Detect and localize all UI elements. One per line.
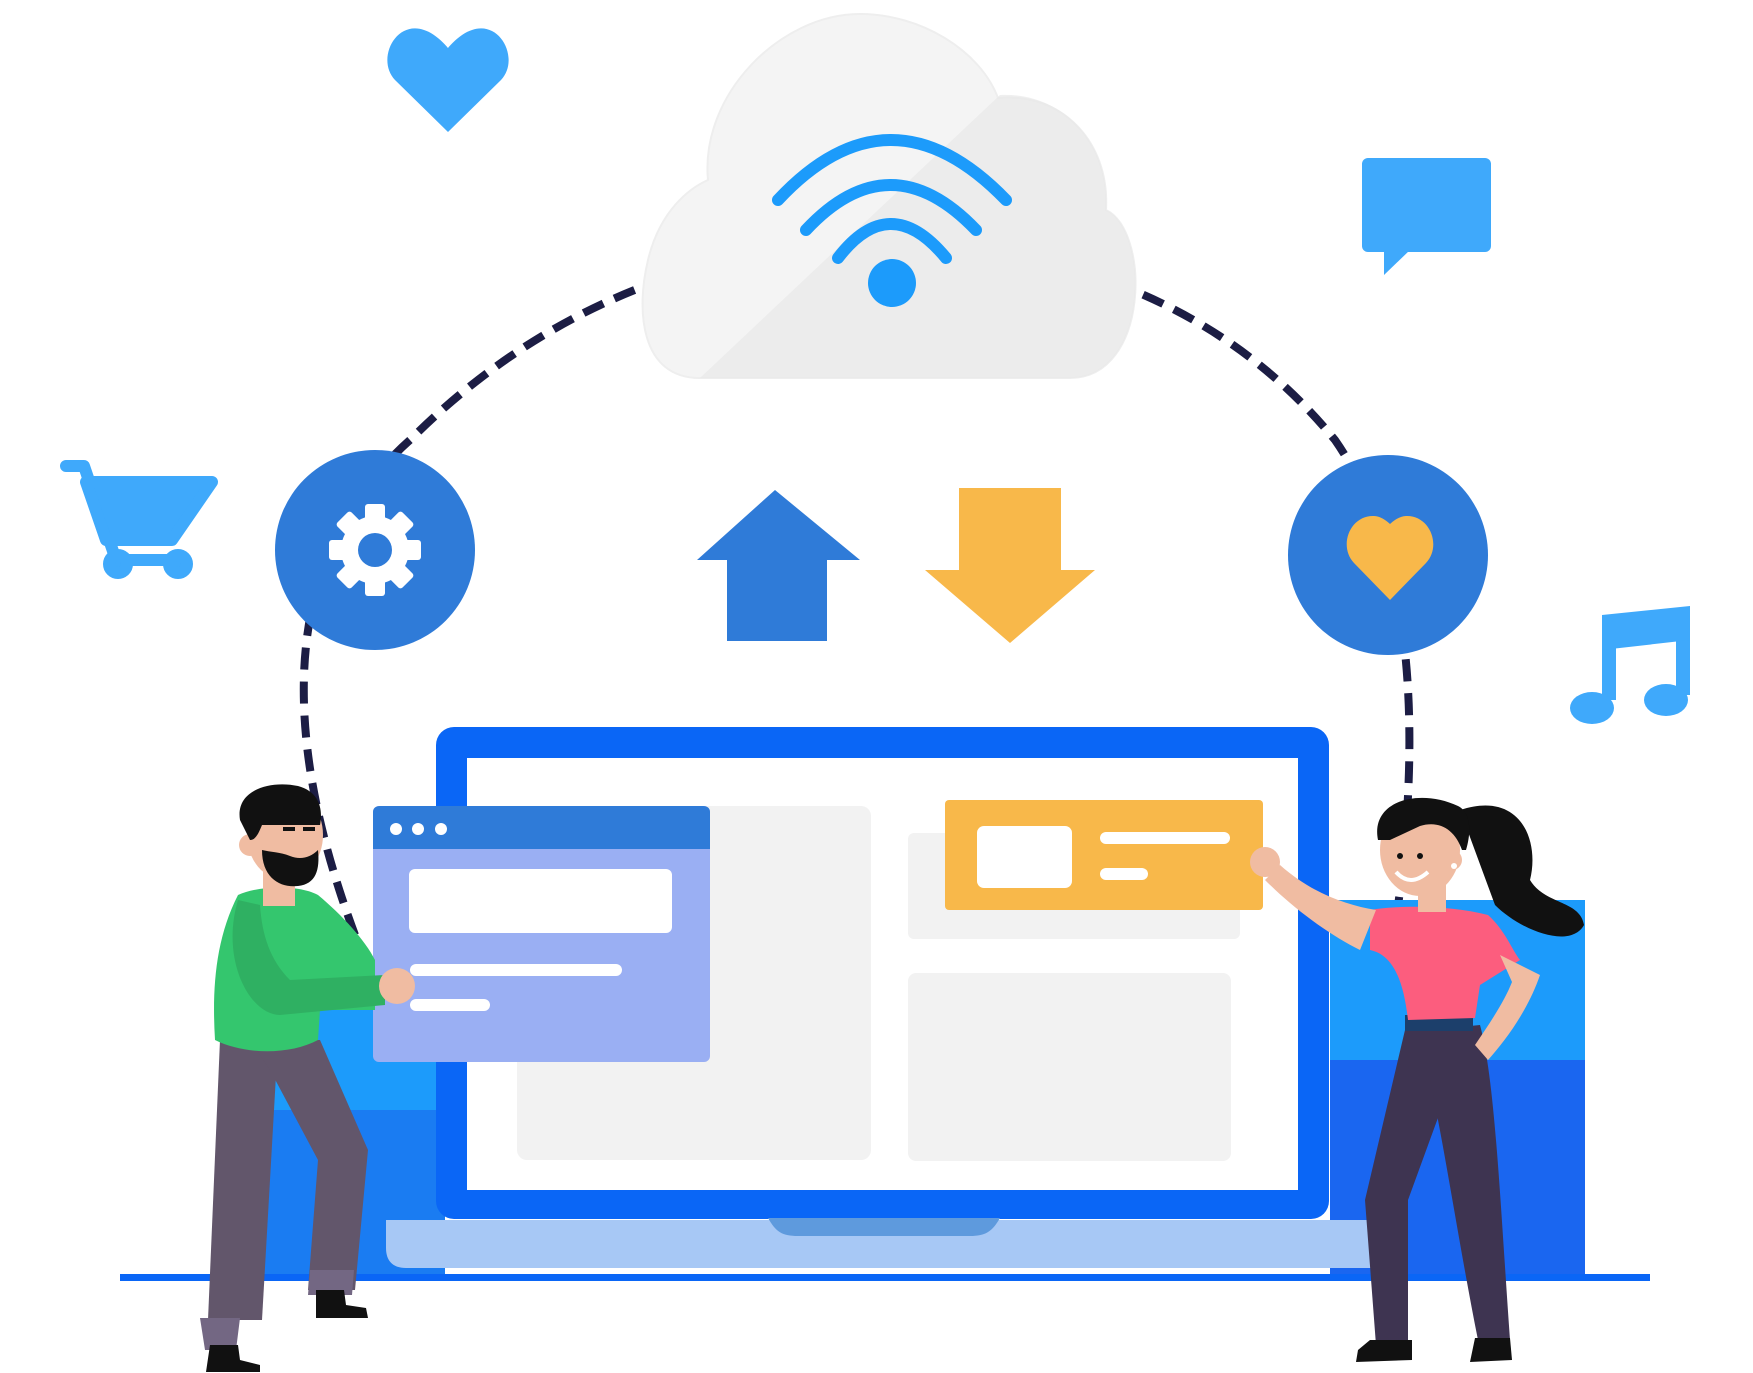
cloud-connectivity-illustration <box>60 12 1690 1372</box>
shopping-cart-icon <box>60 460 218 579</box>
window-dot-icon <box>390 823 402 835</box>
cloud-icon <box>641 12 1137 379</box>
download-arrow-icon <box>925 488 1095 643</box>
upload-arrow-icon <box>697 490 860 641</box>
laptop-hinge <box>768 1218 1000 1236</box>
heart-badge <box>1288 455 1488 655</box>
gear-badge <box>275 450 475 650</box>
gear-icon <box>329 504 421 596</box>
notification-card <box>945 800 1263 910</box>
window-dot-icon <box>412 823 424 835</box>
heart-icon <box>387 28 509 132</box>
window-dot-icon <box>435 823 447 835</box>
chat-bubble-icon <box>1362 158 1491 275</box>
screen-panel-right-bottom <box>908 973 1231 1161</box>
music-note-icon <box>1570 606 1690 724</box>
browser-window-card <box>373 806 710 1062</box>
